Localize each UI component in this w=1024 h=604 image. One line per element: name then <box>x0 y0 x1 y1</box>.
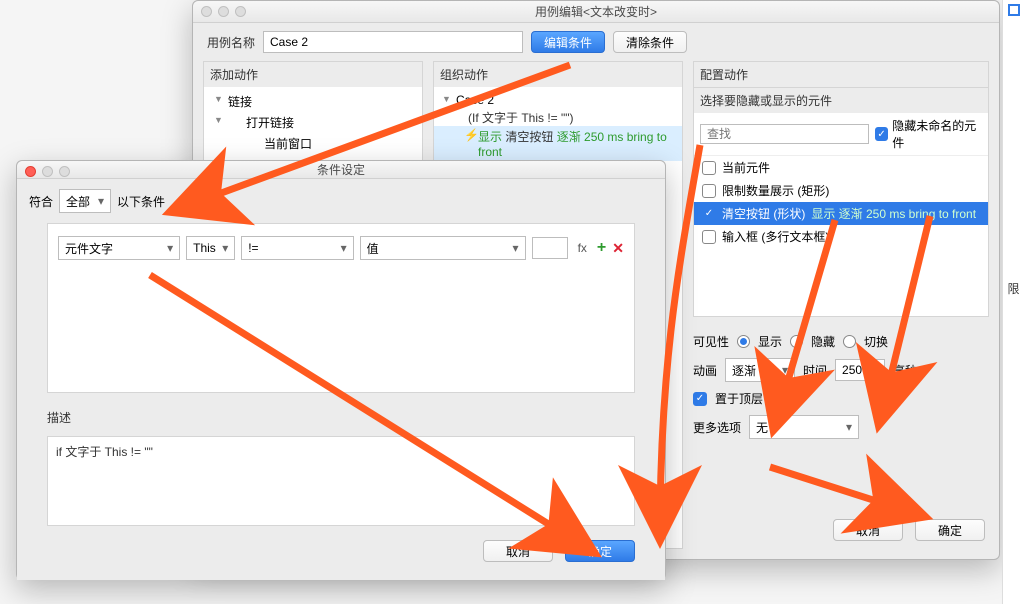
bring-front-checkbox[interactable] <box>693 392 707 406</box>
radio-toggle[interactable] <box>843 335 856 348</box>
animation-select[interactable]: 逐渐 <box>725 358 795 382</box>
select-components-label: 选择要隐藏或显示的元件 <box>694 88 988 113</box>
minimize-icon <box>218 6 229 17</box>
chevron-down-icon <box>776 363 788 377</box>
chevron-down-icon <box>92 194 104 208</box>
time-label: 时间 <box>803 362 827 379</box>
radio-hide[interactable] <box>790 335 803 348</box>
list-item[interactable]: 限制数量展示 (矩形) <box>694 179 988 202</box>
match-label: 符合 <box>29 193 53 210</box>
component-search-input[interactable] <box>700 124 869 144</box>
animation-label: 动画 <box>693 362 717 379</box>
condition-ok-button[interactable]: 确定 <box>565 540 635 562</box>
editor-title: 用例编辑<文本改变时> <box>535 3 657 20</box>
case-condition: (If 文字于 This != "") <box>434 109 682 126</box>
value-input[interactable] <box>532 237 568 259</box>
chevron-down-icon <box>507 241 519 255</box>
checkbox-icon[interactable] <box>702 207 716 221</box>
description-text: if 文字于 This != "" <box>47 436 635 526</box>
action-verb: 显示 <box>478 130 505 144</box>
configure-action-column: 配置动作 选择要隐藏或显示的元件 隐藏未命名的元件 当前元件 限制数量展示 (矩… <box>693 61 989 549</box>
time-input[interactable] <box>835 359 885 381</box>
checkbox-icon[interactable] <box>702 230 716 244</box>
right-panel-strip: 限 <box>1002 0 1024 604</box>
minimize-icon <box>42 166 53 177</box>
component-list: 当前元件 限制数量展示 (矩形) 清空按钮 (形状) 显示 逐渐 250 ms … <box>694 156 988 316</box>
case-name-label: 用例名称 <box>207 34 255 51</box>
list-item[interactable]: 清空按钮 (形状) 显示 逐渐 250 ms bring to front <box>694 202 988 225</box>
add-row-button[interactable]: + <box>597 239 606 257</box>
zoom-icon <box>59 166 70 177</box>
condition-cancel-button[interactable]: 取消 <box>483 540 553 562</box>
more-options-select[interactable]: 无 <box>749 415 859 439</box>
strip-icon[interactable] <box>1008 4 1020 16</box>
checkbox-icon[interactable] <box>702 161 716 175</box>
operator-select[interactable]: != <box>241 236 353 260</box>
organize-action-header: 组织动作 <box>434 62 682 87</box>
chevron-down-icon <box>840 420 852 434</box>
zoom-icon <box>235 6 246 17</box>
condition-title: 条件设定 <box>317 161 365 178</box>
case-action-row[interactable]: ⚡ 显示 清空按钮 逐渐 250 ms bring to front <box>434 126 682 161</box>
case-row[interactable]: Case 2 <box>434 91 682 109</box>
condition-dialog: 条件设定 符合 全部 以下条件 元件文字 This != 值 fx + ✕ 描述… <box>16 160 666 580</box>
fx-button[interactable]: fx <box>574 241 591 255</box>
case-name-input[interactable] <box>263 31 523 53</box>
list-item[interactable]: 当前元件 <box>694 156 988 179</box>
remove-row-button[interactable]: ✕ <box>612 240 624 257</box>
tree-item-open-link[interactable]: 打开链接 <box>204 112 422 133</box>
checkbox-icon[interactable] <box>702 184 716 198</box>
editor-titlebar[interactable]: 用例编辑<文本改变时> <box>193 1 999 23</box>
description-label: 描述 <box>47 409 635 426</box>
editor-cancel-button[interactable]: 取消 <box>833 519 903 541</box>
editor-ok-button[interactable]: 确定 <box>915 519 985 541</box>
chevron-down-icon <box>161 241 173 255</box>
chevron-down-icon <box>335 241 347 255</box>
close-icon[interactable] <box>25 166 36 177</box>
strip-label: 限 <box>1003 280 1024 297</box>
value-type-select[interactable]: 值 <box>360 236 526 260</box>
following-label: 以下条件 <box>117 193 165 210</box>
time-unit: 毫秒 <box>893 362 917 379</box>
add-action-header: 添加动作 <box>204 62 422 87</box>
tree-item-current-window[interactable]: 当前窗口 <box>204 133 422 154</box>
edit-condition-button[interactable]: 编辑条件 <box>531 31 605 53</box>
chevron-down-icon <box>216 241 228 255</box>
condition-titlebar[interactable]: 条件设定 <box>17 161 665 179</box>
visibility-label: 可见性 <box>693 333 729 350</box>
clear-condition-button[interactable]: 清除条件 <box>613 31 687 53</box>
match-select[interactable]: 全部 <box>59 189 111 213</box>
subject-select[interactable]: 元件文字 <box>58 236 180 260</box>
target-select[interactable]: This <box>186 236 235 260</box>
bring-front-label: 置于顶层 <box>715 390 763 407</box>
list-item[interactable]: 输入框 (多行文本框) <box>694 225 988 248</box>
more-options-label: 更多选项 <box>693 419 741 436</box>
configure-action-header: 配置动作 <box>693 61 989 87</box>
close-icon[interactable] <box>201 6 212 17</box>
bolt-icon: ⚡ <box>464 128 479 142</box>
tree-item-links[interactable]: 链接 <box>204 91 422 112</box>
action-target: 清空按钮 <box>505 130 553 144</box>
radio-show[interactable] <box>737 335 750 348</box>
hide-unnamed-checkbox[interactable]: 隐藏未命名的元件 <box>875 117 982 151</box>
condition-builder: 元件文字 This != 值 fx + ✕ <box>47 223 635 393</box>
checkbox-icon <box>875 127 888 141</box>
